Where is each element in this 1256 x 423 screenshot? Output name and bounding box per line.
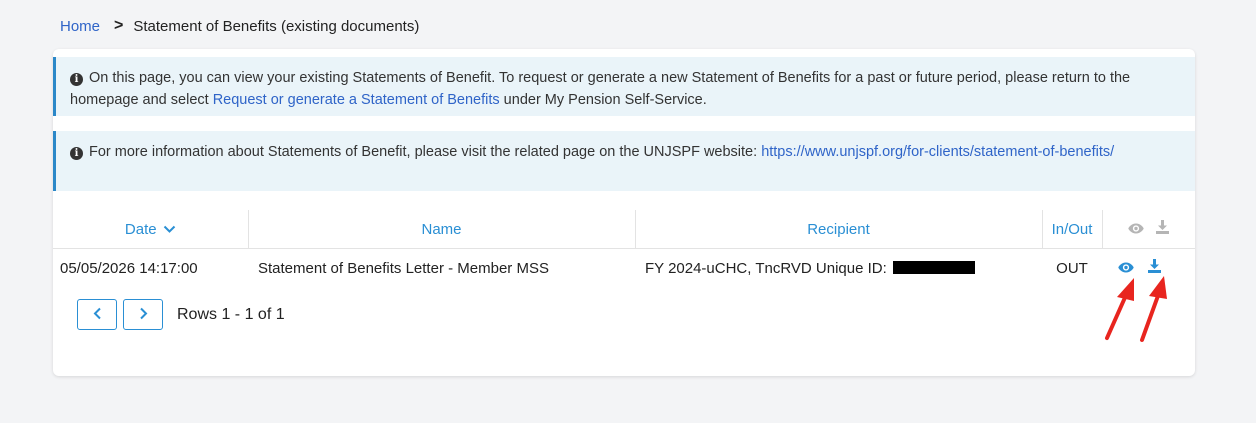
download-icon [1156,220,1170,238]
next-page-button[interactable] [123,299,163,330]
cell-name: Statement of Benefits Letter - Member MS… [258,259,549,277]
documents-table: Date Name Recipient In/Out 05/05/2026 14… [53,210,1195,287]
recipient-text: FY 2024-uCHC, TncRVD Unique ID: [645,259,887,277]
breadcrumb-home-link[interactable]: Home [60,18,100,35]
unjspf-website-link[interactable]: https://www.unjspf.org/for-clients/state… [761,144,1114,160]
chevron-down-icon[interactable] [163,223,176,237]
table-row: 05/05/2026 14:17:00 Statement of Benefit… [53,249,1195,288]
breadcrumb-current: Statement of Benefits (existing document… [133,17,420,35]
column-header-name: Name [247,210,635,249]
info-icon: i [70,73,83,86]
chevron-left-icon [93,307,102,323]
column-header-date[interactable]: Date [53,210,248,249]
breadcrumb: Home > Statement of Benefits (existing d… [60,17,419,35]
info-notice-request: i On this page, you can view your existin… [53,57,1195,116]
info-notice-website: i For more information about Statements o… [53,131,1195,191]
previous-page-button[interactable] [77,299,117,330]
annotation-arrow-icon [1140,276,1167,342]
table-header-row: Date Name Recipient In/Out [53,210,1195,249]
eye-icon [1128,221,1144,238]
view-document-eye-icon[interactable] [1118,260,1134,277]
notice-text: For more information about Statements of… [89,144,762,160]
rows-count: Rows 1 - 1 of 1 [177,305,285,323]
notice-text-after: under My Pension Self-Service. [499,92,707,108]
request-statement-link[interactable]: Request or generate a Statement of Benef… [213,92,500,108]
pagination: Rows 1 - 1 of 1 [77,299,285,330]
documents-card: i On this page, you can view your existin… [53,49,1195,376]
breadcrumb-separator-icon: > [114,17,124,34]
redaction-bar [892,260,975,274]
column-header-actions [1101,210,1195,249]
cell-inout: OUT [1056,259,1088,277]
cell-recipient: FY 2024-uCHC, TncRVD Unique ID: [635,249,1042,288]
cell-date: 05/05/2026 14:17:00 [60,259,198,277]
info-icon: i [70,147,83,160]
chevron-right-icon [139,307,148,323]
column-header-recipient: Recipient [634,210,1042,249]
column-header-inout: In/Out [1041,210,1102,249]
